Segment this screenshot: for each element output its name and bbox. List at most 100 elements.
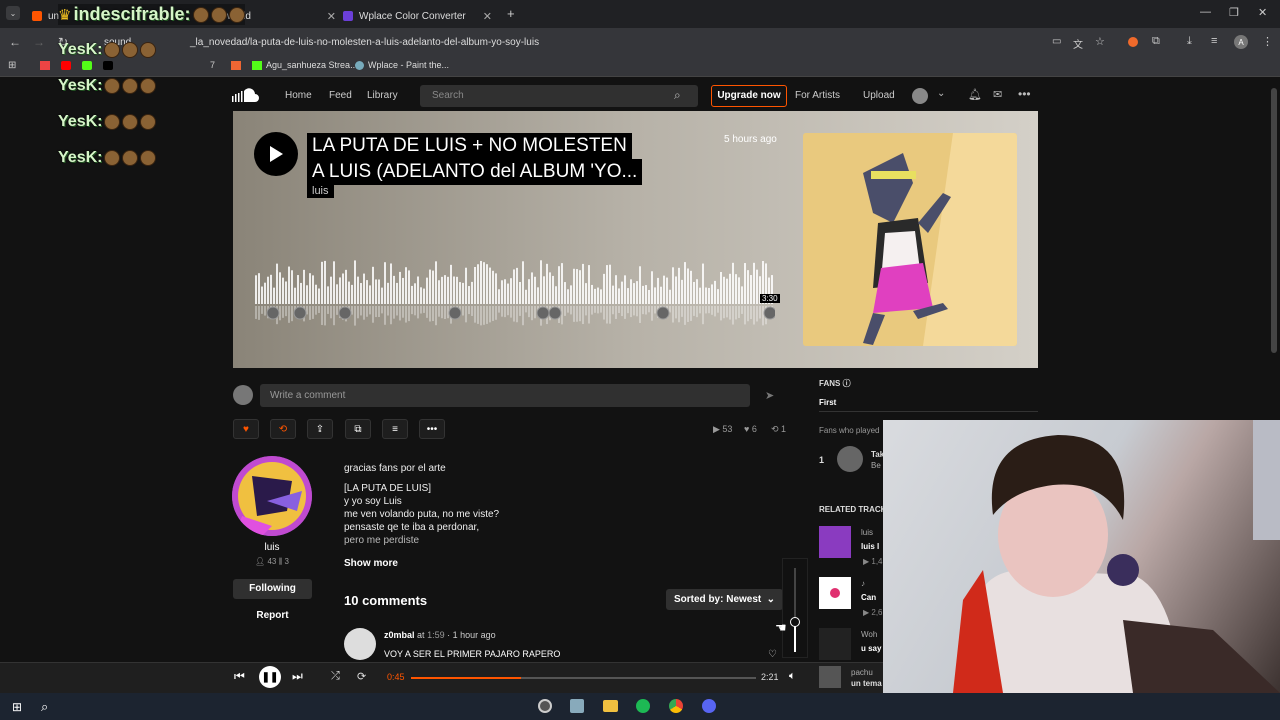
add-to-playlist-button[interactable]: ≡ [382,419,408,439]
related-track-artwork[interactable] [819,526,851,558]
tiktok-icon[interactable] [103,61,113,70]
search-input[interactable]: Search [420,85,698,107]
like-button[interactable]: ♥ [233,419,259,439]
translate-icon[interactable]: 文 [1073,36,1083,51]
address-bar[interactable]: sound _la_novedad/la-puta-de-luis-no-mol… [82,34,1112,52]
download-icon[interactable]: ⤓ [1187,35,1192,48]
menu-kebab-icon[interactable]: ⋮ [1262,35,1273,48]
messages-icon[interactable]: ✉ [993,88,1002,101]
play-button[interactable] [254,132,298,176]
tab-wplace[interactable]: Wplace Color Converter ✕ [335,4,500,28]
waveform-reflection-bar [354,306,356,326]
search-icon[interactable]: ⌕ [674,88,681,103]
new-tab-icon[interactable]: + [507,6,515,21]
comment-like-icon[interactable]: ♡ [768,649,777,660]
upload-link[interactable]: Upload [863,90,895,101]
related-artist[interactable]: luis [861,528,873,537]
now-playing-artist[interactable]: pachu [851,668,873,677]
description-line: pensaste qe te iba a perdonar, [344,522,480,533]
search-icon[interactable]: ⌕ [41,699,48,715]
discord-icon[interactable] [702,699,716,713]
store-icon[interactable] [570,699,584,713]
extensions-puzzle-icon[interactable]: ⧉ [1152,35,1160,48]
related-track-artwork[interactable] [819,628,851,660]
gmail-icon[interactable] [40,61,50,70]
nav-library[interactable]: Library [367,90,398,101]
send-icon[interactable]: ➤ [765,389,774,402]
report-button[interactable]: Report [233,610,312,621]
bookmark-kick-stream[interactable]: Agu_sanhueza Strea... [252,60,358,70]
upgrade-button[interactable]: Upgrade now [711,85,787,107]
fan-avatar[interactable] [837,446,863,472]
related-title[interactable]: luis l [861,542,879,551]
cast-icon[interactable]: ▭ [1052,36,1061,47]
forward-icon[interactable]: → [33,35,45,49]
previous-icon[interactable]: ⏮ [234,669,245,684]
extension-icon[interactable] [1128,37,1138,47]
profile-avatar[interactable]: A [1234,35,1248,49]
chevron-down-icon[interactable]: ⌄ [937,88,945,99]
window-close-icon[interactable]: ✕ [1258,6,1267,19]
fans-tab-first[interactable]: First [819,398,836,407]
file-explorer-icon[interactable] [603,700,618,712]
waveform-bar [729,273,731,304]
repeat-icon[interactable]: ⟳ [357,670,366,683]
kick-icon[interactable] [82,61,92,70]
more-icon[interactable]: ••• [1018,87,1031,101]
info-icon[interactable]: ⓘ [843,379,851,388]
related-title[interactable]: u say [861,644,881,653]
comment-timestamp[interactable]: 1:59 [427,630,445,640]
minimize-icon[interactable]: — [1200,6,1211,18]
chrome-icon[interactable] [669,699,683,713]
uploader-name[interactable]: luis [232,542,312,553]
notifications-bell-icon[interactable]: 🔔︎ [968,88,982,101]
show-more-button[interactable]: Show more [344,558,398,569]
bookmark-star-icon[interactable]: ☆ [1095,35,1105,48]
share-button[interactable]: ⇪ [307,419,333,439]
waveform-bar [696,279,698,304]
page-scrollbar[interactable] [1271,88,1277,353]
close-icon[interactable]: ✕ [483,10,492,23]
reading-list-icon[interactable]: ≡ [1211,35,1217,47]
youtube-icon[interactable] [61,61,71,70]
shuffle-icon[interactable]: ⤮ [331,670,340,683]
pause-button[interactable]: ❚❚ [259,666,281,688]
now-playing-title[interactable]: un tema [851,679,882,688]
waveform-bar [720,271,722,304]
comment-input[interactable]: Write a comment [260,384,750,407]
commenter-name[interactable]: z0mbal [384,630,415,640]
volume-icon[interactable]: 🔈︎ [789,670,796,683]
following-button[interactable]: Following [233,579,312,599]
nav-home[interactable]: Home [285,90,312,101]
bookmark-icon[interactable]: 7 [210,60,215,70]
bookmark-wplace[interactable]: Wplace - Paint the... [355,60,449,70]
tab-search-icon[interactable]: ⌄ [6,6,20,20]
sort-dropdown[interactable]: Sorted by: Newest ⌄ [666,589,783,610]
waveform[interactable] [255,258,775,326]
nav-feed[interactable]: Feed [329,90,352,101]
next-icon[interactable]: ⏭ [292,669,303,684]
related-artist[interactable]: Woh [861,630,877,639]
spotify-icon[interactable] [636,699,650,713]
track-artist-link[interactable]: luis [307,184,334,198]
commenter-avatar[interactable] [344,628,376,660]
uploader-avatar[interactable] [232,456,312,536]
now-playing-artwork[interactable] [819,666,841,688]
bookmark-icon[interactable] [231,61,241,70]
volume-handle[interactable] [790,617,800,627]
waveform-bar [627,288,629,304]
back-icon[interactable]: ← [9,35,21,49]
user-avatar[interactable] [912,88,928,104]
soundcloud-logo-icon[interactable] [232,88,264,104]
for-artists-link[interactable]: For Artists [795,90,840,101]
copy-link-button[interactable]: ⧉ [345,419,371,439]
related-title[interactable]: Can [861,593,876,602]
related-artist[interactable]: ♪ [861,579,865,588]
related-track-artwork[interactable] [819,577,851,609]
obs-icon[interactable] [538,699,552,713]
more-actions-button[interactable]: ••• [419,419,445,439]
windows-start-icon[interactable]: ⊞ [12,700,22,714]
restore-icon[interactable]: ❐ [1229,6,1239,19]
apps-grid-icon[interactable]: ⊞ [8,60,16,71]
repost-button[interactable]: ⟲ [270,419,296,439]
